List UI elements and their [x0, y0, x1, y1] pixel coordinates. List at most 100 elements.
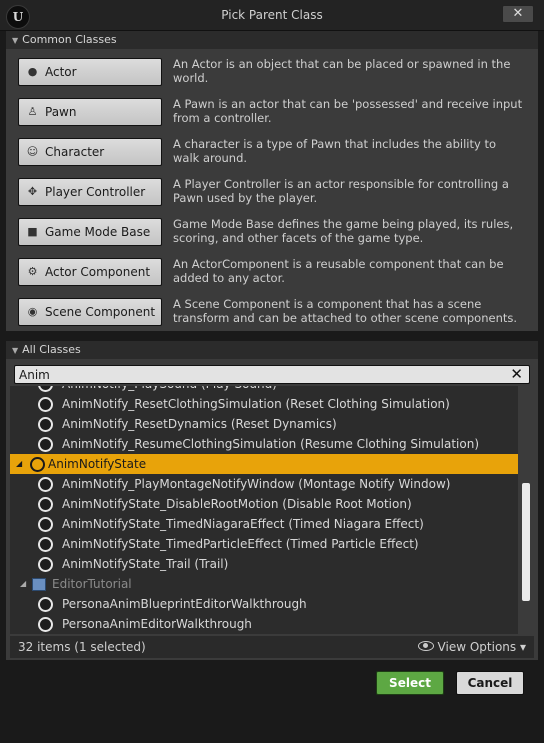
tree-item-label: AnimNotifyState	[48, 457, 147, 471]
tree-class-row[interactable]: ◢ AnimNotifyState	[10, 454, 518, 474]
class-radio-icon	[38, 397, 53, 412]
tree-item-label: PersonaAnimBlueprintEditorWalkthrough	[62, 597, 307, 611]
tree-item-label: AnimNotifyState_TimedNiagaraEffect (Time…	[62, 517, 424, 531]
tree-item-label: AnimNotify_ResetDynamics (Reset Dynamics…	[62, 417, 337, 431]
class-description: A Pawn is an actor that can be 'possesse…	[173, 97, 523, 125]
class-button-scene-component[interactable]: ◉ Scene Component	[18, 298, 162, 326]
tree-item-label: AnimNotifyState_DisableRootMotion (Disab…	[62, 497, 412, 511]
character-icon: ☺	[26, 145, 39, 158]
search-box[interactable]: ✕	[14, 365, 530, 384]
class-button-label: Actor	[45, 65, 77, 79]
common-class-row: ✥ Player Controller A Player Controller is…	[6, 175, 538, 215]
class-radio-icon	[38, 597, 53, 612]
all-classes-header[interactable]: ▼ All Classes	[6, 341, 538, 359]
tree-class-row[interactable]: PersonaAnimBlueprintEditorWalkthrough	[10, 594, 518, 614]
game-mode-icon: ■	[27, 225, 38, 238]
scene-component-icon: ◉	[27, 305, 38, 318]
all-classes-panel: ✕ AnimNotify_PlaySound (Play Sound)AnimN…	[6, 359, 538, 660]
class-radio-icon	[38, 537, 53, 552]
class-button-character[interactable]: ☺ Character	[18, 138, 162, 166]
item-count: 32 items (1 selected)	[18, 640, 146, 654]
close-icon: ✕	[512, 6, 524, 21]
class-button-actor[interactable]: ● Actor	[18, 58, 162, 86]
class-description: A Player Controller is an actor responsi…	[173, 177, 509, 205]
expand-arrow-icon[interactable]: ◢	[20, 574, 26, 594]
title-bar: U Pick Parent Class ✕	[0, 0, 544, 31]
view-options-label: View Options	[437, 640, 517, 654]
view-options-button[interactable]: View Options ▾	[417, 640, 526, 654]
status-bar: 32 items (1 selected) View Options ▾	[10, 636, 534, 658]
tree-folder-row[interactable]: ◢ EditorTutorial	[10, 574, 518, 594]
folder-icon	[32, 578, 46, 591]
class-button-label: Character	[45, 145, 105, 159]
clear-search-icon[interactable]: ✕	[510, 365, 523, 383]
class-button-label: Player Controller	[45, 185, 146, 199]
tree-scrollbar[interactable]	[522, 483, 530, 601]
class-button-actor-component[interactable]: ⚙ Actor Component	[18, 258, 162, 286]
class-radio-icon	[38, 386, 53, 392]
tree-item-label: AnimNotify_PlaySound (Play Sound)	[62, 386, 277, 394]
tree-class-row[interactable]: AnimNotifyState_Trail (Trail)	[10, 554, 518, 574]
tree-class-row[interactable]: AnimNotify_ResetDynamics (Reset Dynamics…	[10, 414, 518, 434]
class-button-label: Actor Component	[45, 265, 151, 279]
common-class-row: ● Actor An Actor is an object that can be …	[6, 55, 538, 95]
class-radio-icon	[38, 557, 53, 572]
player-controller-icon: ✥	[27, 185, 38, 198]
class-description: A Scene Component is a component that ha…	[173, 297, 518, 325]
tree-class-row[interactable]: AnimNotify_PlayMontageNotifyWindow (Mont…	[10, 474, 518, 494]
common-classes-title: Common Classes	[22, 33, 117, 46]
tree-class-row[interactable]: AnimNotifyState_DisableRootMotion (Disab…	[10, 494, 518, 514]
class-radio-icon	[38, 477, 53, 492]
tree-item-label: AnimNotify_ResumeClothingSimulation (Res…	[62, 437, 480, 451]
class-radio-icon	[38, 617, 53, 632]
class-radio-icon	[38, 517, 53, 532]
class-radio-icon	[38, 417, 53, 432]
actor-sphere-icon: ●	[27, 65, 38, 78]
window-title: Pick Parent Class	[221, 8, 323, 22]
collapse-arrow-icon: ▼	[12, 346, 19, 355]
class-radio-icon	[38, 497, 53, 512]
cancel-button[interactable]: Cancel	[456, 671, 524, 695]
tree-class-row[interactable]: AnimNotifyState_TimedNiagaraEffect (Time…	[10, 514, 518, 534]
class-description: An ActorComponent is a reusable componen…	[173, 257, 504, 285]
common-classes-header[interactable]: ▼ Common Classes	[6, 31, 538, 49]
class-button-player-controller[interactable]: ✥ Player Controller	[18, 178, 162, 206]
tree-item-label: PersonaAnimEditorWalkthrough	[62, 617, 252, 631]
class-button-label: Pawn	[45, 105, 77, 119]
actor-component-icon: ⚙	[27, 265, 38, 278]
expand-arrow-icon[interactable]: ◢	[16, 454, 22, 474]
tree-class-row[interactable]: AnimNotify_PlaySound (Play Sound)	[10, 386, 518, 394]
tree-class-row[interactable]: PersonaAnimEditorWalkthrough	[10, 614, 518, 634]
class-tree[interactable]: AnimNotify_PlaySound (Play Sound) AnimNot…	[10, 386, 518, 634]
class-button-label: Scene Component	[45, 305, 156, 319]
dropdown-arrow-icon: ▾	[519, 640, 526, 654]
class-description: Game Mode Base defines the game being pl…	[173, 217, 514, 245]
tree-item-label: AnimNotify_ResetClothingSimulation (Rese…	[62, 397, 450, 411]
class-description: A character is a type of Pawn that inclu…	[173, 137, 496, 165]
common-class-row: ☺ Character A character is a type of Pawn …	[6, 135, 538, 175]
tree-item-label: EditorTutorial	[52, 577, 132, 591]
collapse-arrow-icon: ▼	[12, 36, 19, 45]
class-radio-icon	[38, 437, 53, 452]
class-description: An Actor is an object that can be placed…	[173, 57, 511, 85]
pawn-icon: ♙	[27, 105, 38, 118]
common-class-row: ■ Game Mode Base Game Mode Base defines th…	[6, 215, 538, 255]
class-button-label: Game Mode Base	[45, 225, 151, 239]
tree-item-label: AnimNotify_PlayMontageNotifyWindow (Mont…	[62, 477, 451, 491]
tree-class-row[interactable]: AnimNotify_ResetClothingSimulation (Rese…	[10, 394, 518, 414]
tree-class-row[interactable]: AnimNotify_ResumeClothingSimulation (Res…	[10, 434, 518, 454]
common-class-row: ♙ Pawn A Pawn is an actor that can be 'pos…	[6, 95, 538, 135]
select-button[interactable]: Select	[376, 671, 444, 695]
close-button[interactable]: ✕	[502, 5, 534, 23]
class-button-game-mode-base[interactable]: ■ Game Mode Base	[18, 218, 162, 246]
class-button-pawn[interactable]: ♙ Pawn	[18, 98, 162, 126]
common-class-row: ⚙ Actor Component An ActorComponent is a r…	[6, 255, 538, 295]
all-classes-title: All Classes	[22, 343, 81, 356]
tree-class-row[interactable]: AnimNotifyState_TimedParticleEffect (Tim…	[10, 534, 518, 554]
eye-icon	[417, 641, 434, 651]
tree-item-label: AnimNotifyState_TimedParticleEffect (Tim…	[62, 537, 419, 551]
tree-item-label: AnimNotifyState_Trail (Trail)	[62, 557, 229, 571]
search-input[interactable]	[19, 366, 499, 383]
class-radio-icon	[30, 457, 45, 472]
common-classes-panel: ● Actor An Actor is an object that can be …	[6, 49, 538, 331]
